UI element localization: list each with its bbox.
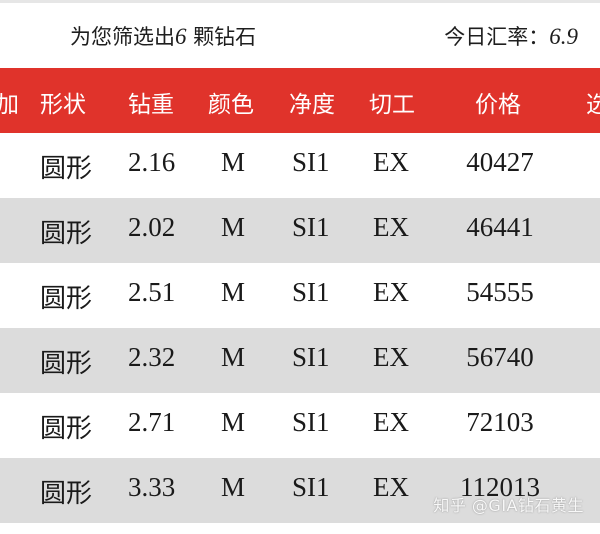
cell-carat: 2.32 <box>128 342 176 372</box>
cell-cut: EX <box>373 147 409 177</box>
cell-clarity: SI1 <box>292 212 330 242</box>
header-carat[interactable]: 钻重 <box>128 85 174 119</box>
cell-color: M <box>221 147 246 177</box>
cell-price: 54555 <box>466 277 534 307</box>
exchange-rate-label: 今日汇率： <box>444 25 550 49</box>
cell-price: 40427 <box>466 147 534 177</box>
cell-cut: EX <box>373 212 409 242</box>
cell-color: M <box>221 407 246 437</box>
cell-cut: EX <box>373 472 409 502</box>
header-shape[interactable]: 形状 <box>40 85 86 119</box>
cell-carat: 3.33 <box>128 472 176 502</box>
cell-shape: 圆形 <box>40 414 93 444</box>
cell-clarity: SI1 <box>292 472 330 502</box>
cell-clarity: SI1 <box>292 277 330 307</box>
cell-carat: 2.71 <box>128 407 176 437</box>
header-price[interactable]: 价格 <box>475 85 521 119</box>
cell-color: M <box>221 342 246 372</box>
cell-cut: EX <box>373 277 409 307</box>
cell-clarity: SI1 <box>292 342 330 372</box>
cell-carat: 2.51 <box>128 277 176 307</box>
cell-price: 72103 <box>466 407 534 437</box>
cell-shape: 圆形 <box>40 349 93 379</box>
header-clarity[interactable]: 净度 <box>289 85 335 119</box>
cell-price: 56740 <box>466 342 534 372</box>
cell-cut: EX <box>373 342 409 372</box>
cell-carat: 2.02 <box>128 212 176 242</box>
cell-clarity: SI1 <box>292 147 330 177</box>
cell-price: 46441 <box>466 212 534 242</box>
cell-shape: 圆形 <box>40 154 93 184</box>
header-color[interactable]: 颜色 <box>208 85 254 119</box>
table-row[interactable]: 圆形 2.32 M SI1 EX 56740 <box>0 328 600 393</box>
result-suffix: 颗钻石 <box>186 25 257 49</box>
cell-color: M <box>221 472 246 502</box>
exchange-rate-value: 6.9 <box>549 24 578 49</box>
cell-shape: 圆形 <box>40 219 93 249</box>
cell-shape: 圆形 <box>40 284 93 314</box>
cell-color: M <box>221 212 246 242</box>
watermark: 知乎 @GIA钻石黄生 <box>433 496 584 515</box>
exchange-rate: 今日汇率：6.9 <box>444 21 578 51</box>
summary-bar: 为您筛选出6 颗钻石 今日汇率：6.9 <box>0 0 600 68</box>
result-count-text: 为您筛选出6 颗钻石 <box>70 21 256 51</box>
table-row[interactable]: 圆形 2.71 M SI1 EX 72103 <box>0 393 600 458</box>
header-cut[interactable]: 切工 <box>369 85 415 119</box>
result-prefix: 为您筛选出 <box>70 25 175 49</box>
cell-shape: 圆形 <box>40 479 93 509</box>
cell-color: M <box>221 277 246 307</box>
header-add-partial[interactable]: 加 <box>0 85 19 119</box>
header-select-partial[interactable]: 选 <box>586 85 600 119</box>
cell-clarity: SI1 <box>292 407 330 437</box>
result-count: 6 <box>175 24 187 49</box>
table-row[interactable]: 圆形 2.02 M SI1 EX 46441 <box>0 198 600 263</box>
table-row[interactable]: 圆形 2.16 M SI1 EX 40427 <box>0 133 600 198</box>
table-header: 加 形状 钻重 颜色 净度 切工 价格 选 <box>0 68 600 133</box>
cell-carat: 2.16 <box>128 147 176 177</box>
table-row[interactable]: 圆形 2.51 M SI1 EX 54555 <box>0 263 600 328</box>
cell-cut: EX <box>373 407 409 437</box>
